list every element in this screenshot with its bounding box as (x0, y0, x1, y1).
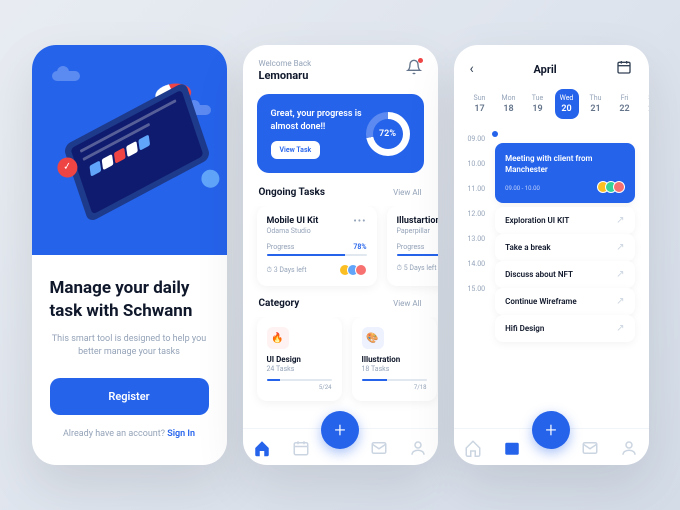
user-icon[interactable] (409, 439, 427, 457)
mail-icon[interactable] (370, 439, 388, 457)
register-button[interactable]: Register (50, 378, 209, 415)
username: Lemonaru (259, 69, 312, 82)
event-card[interactable]: Take a break↗ (495, 234, 634, 261)
category-card[interactable]: 🔥 UI Design 24 Tasks 5/24 (257, 317, 342, 401)
day-cell[interactable]: Thu21 (584, 89, 608, 119)
event-card[interactable]: Hifi Design↗ (495, 315, 634, 342)
bell-icon[interactable] (406, 59, 422, 75)
hour-labels: 09.0010.0011.0012.0013.0014.0015.00 (468, 131, 486, 428)
tasks-scroll[interactable]: Mobile UI KitOdama Studio••• Progress78%… (243, 206, 438, 296)
categories-scroll[interactable]: 🔥 UI Design 24 Tasks 5/24 🎨 Illustration… (243, 317, 438, 411)
palette-icon: 🎨 (362, 327, 384, 349)
user-icon[interactable] (620, 439, 638, 457)
progress-donut: 72% (366, 112, 410, 156)
home-icon[interactable] (464, 439, 482, 457)
month-label: April (533, 63, 556, 76)
day-cell[interactable]: Fri22 (613, 89, 637, 119)
add-button[interactable]: + (321, 411, 359, 449)
bottom-nav: + (243, 428, 438, 465)
mail-icon[interactable] (581, 439, 599, 457)
calendar-icon[interactable] (503, 439, 521, 457)
hero-illustration: ✓ (32, 45, 227, 255)
signin-link[interactable]: Sign In (167, 429, 195, 439)
progress-card: Great, your progress is almost done!! Vi… (257, 94, 424, 173)
day-cell[interactable]: Tue19 (526, 89, 550, 119)
progress-title: Great, your progress is almost done!! (271, 108, 366, 133)
category-heading: Category (259, 298, 300, 309)
welcome-label: Welcome Back (259, 59, 312, 68)
day-picker[interactable]: Sun17Mon18Tue19Wed20Thu21Fri22Sat23Sun24 (454, 89, 649, 127)
onboarding-screen: ✓ Manage your daily task with Schwann Th… (32, 45, 227, 465)
view-all-link[interactable]: View All (393, 188, 421, 197)
bottom-nav: + (454, 428, 649, 465)
day-cell[interactable]: Sat23 (642, 89, 649, 119)
task-card[interactable]: Mobile UI KitOdama Studio••• Progress78%… (257, 206, 377, 286)
view-all-link[interactable]: View All (393, 299, 421, 308)
more-icon[interactable]: ••• (353, 216, 366, 227)
signin-row: Already have an account? Sign In (50, 429, 209, 439)
day-cell[interactable]: Mon18 (497, 89, 521, 119)
event-card[interactable]: Exploration UI KIT↗ (495, 207, 634, 234)
back-button[interactable]: ‹ (470, 61, 474, 77)
ongoing-heading: Ongoing Tasks (259, 187, 325, 198)
event-card[interactable]: Meeting with client from Manchester 09.0… (495, 143, 634, 203)
event-card[interactable]: Discuss about NFT↗ (495, 261, 634, 288)
day-cell[interactable]: Sun17 (468, 89, 492, 119)
event-card[interactable]: Continue Wireframe↗ (495, 288, 634, 315)
category-card[interactable]: 🎨 Illustration 18 Tasks 7/18 (352, 317, 437, 401)
home-screen: Welcome Back Lemonaru Great, your progre… (243, 45, 438, 465)
calendar-icon[interactable] (292, 439, 310, 457)
day-cell[interactable]: Wed20 (555, 89, 579, 119)
headline: Manage your daily task with Schwann (50, 277, 209, 323)
view-task-button[interactable]: View Task (271, 141, 321, 159)
subtitle: This smart tool is designed to help you … (50, 333, 209, 360)
add-button[interactable]: + (532, 411, 570, 449)
calendar-screen: ‹ April Sun17Mon18Tue19Wed20Thu21Fri22Sa… (454, 45, 649, 465)
task-card[interactable]: IllustartionPaperpillar••• Progress ⏱ 5 … (387, 206, 438, 286)
fire-icon: 🔥 (267, 327, 289, 349)
calendar-icon[interactable] (616, 59, 632, 79)
home-icon[interactable] (253, 439, 271, 457)
now-indicator (492, 131, 498, 137)
